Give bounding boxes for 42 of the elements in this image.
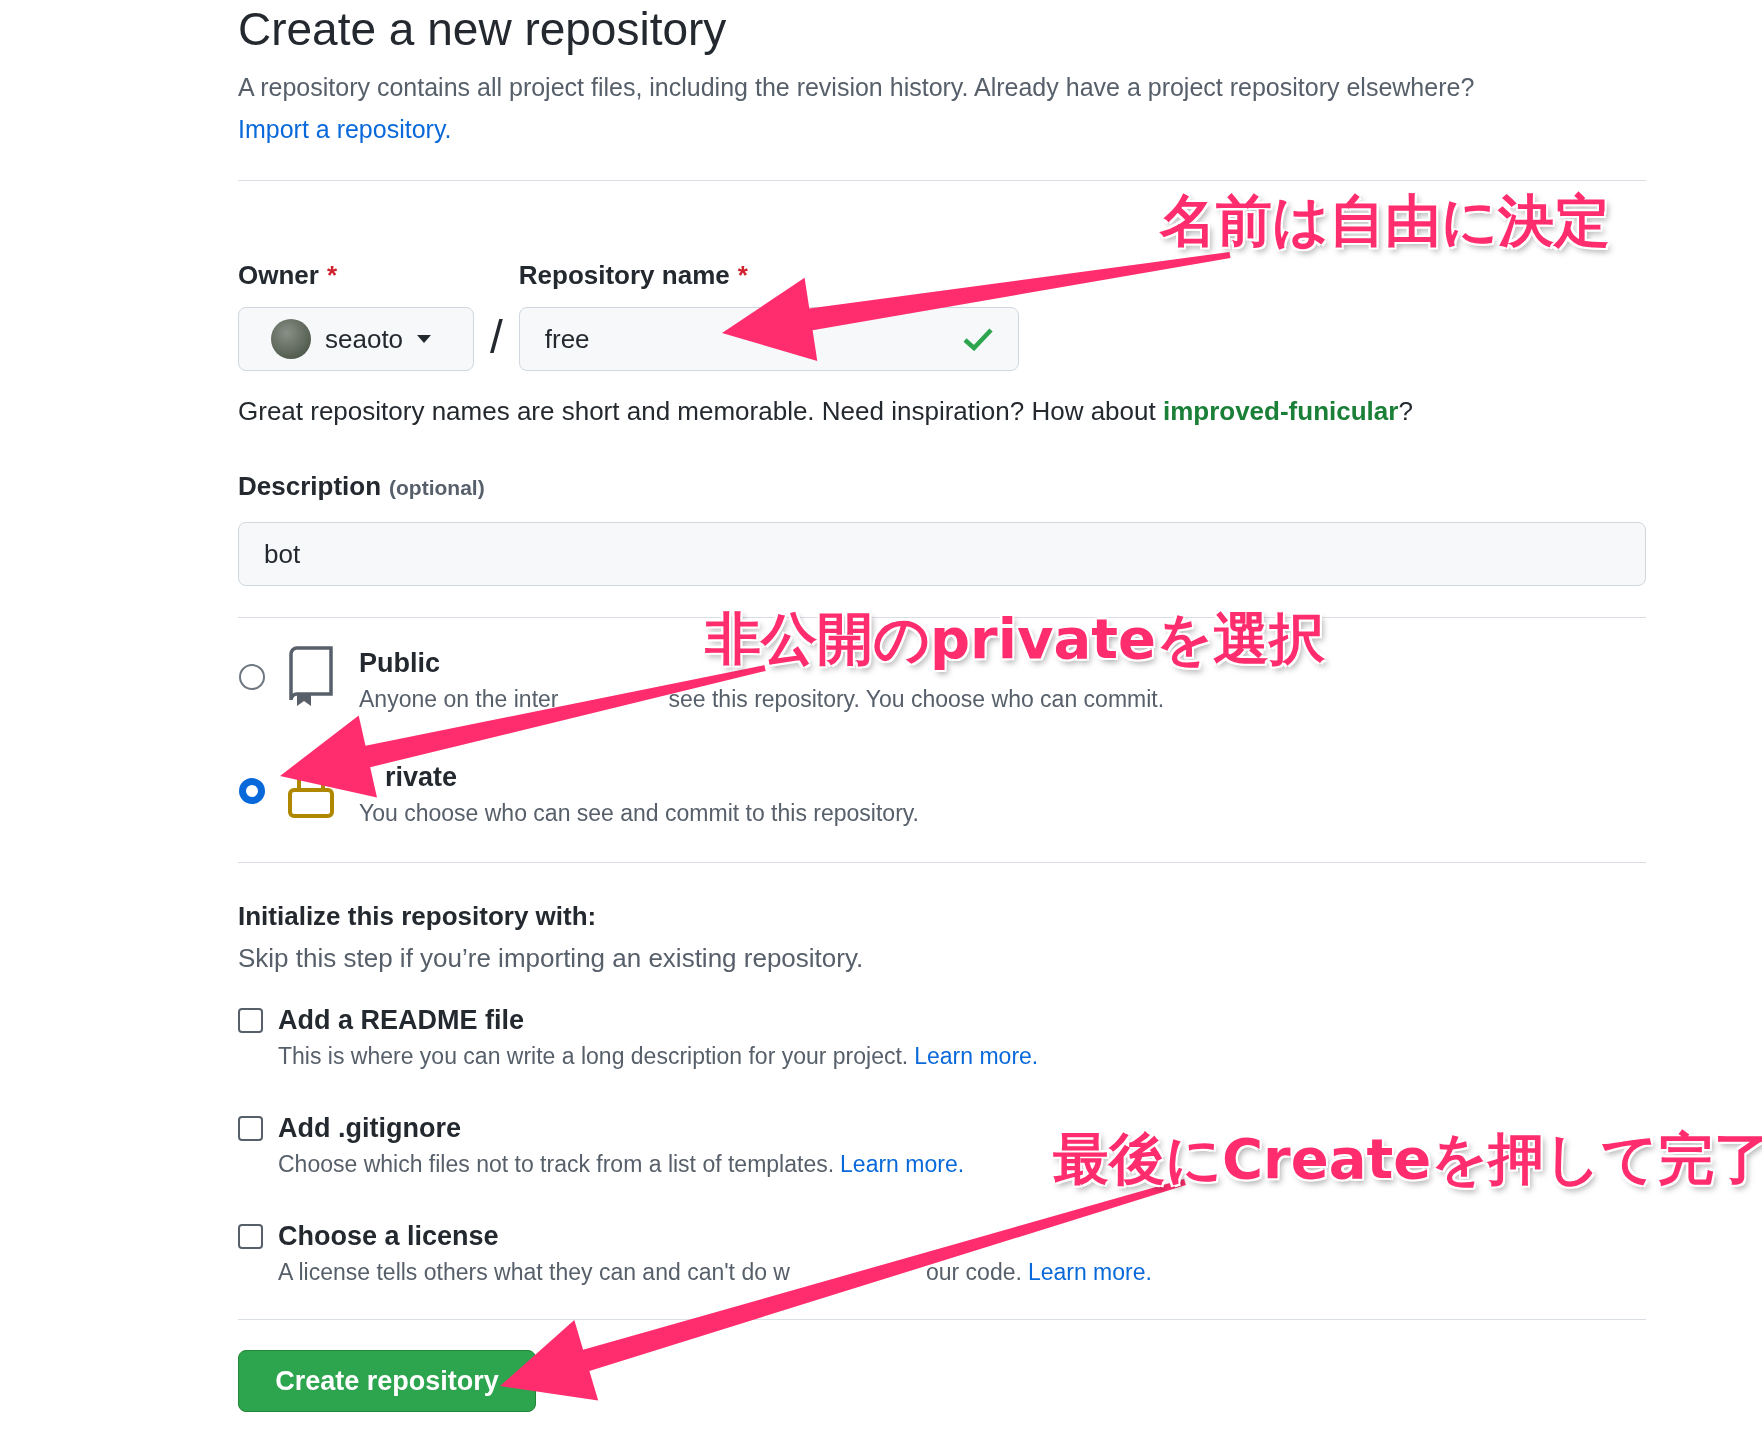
description-label: Description	[238, 470, 382, 503]
page-title: Create a new repository	[238, 2, 728, 56]
option-description: A license tells others what they can and can't do w	[278, 1258, 790, 1287]
option-label: Add a README file	[278, 1004, 526, 1037]
visibility-title: Public	[359, 647, 441, 680]
visibility-description: You choose who can see and commit to this repository.	[359, 799, 919, 828]
learn-more-link[interactable]: Learn more.	[914, 1041, 1039, 1071]
visibility-description: see this repository. You choose who can commit.	[668, 685, 1165, 714]
book-icon	[287, 646, 335, 706]
required-mark: *	[737, 259, 748, 291]
annotation-text: 非公開のprivateを選択	[705, 606, 1325, 672]
import-link[interactable]: Import a repository.	[238, 115, 452, 143]
option-description: our code.	[925, 1258, 1022, 1287]
suggestion-link[interactable]: improved-funicular	[1162, 396, 1399, 426]
checkbox[interactable]	[238, 1224, 263, 1249]
visibility-title: rivate	[385, 761, 459, 794]
required-mark: *	[326, 259, 338, 291]
option-description: Choose which files not to track from a list of templates.	[278, 1150, 835, 1179]
learn-more-link[interactable]: Learn more.	[840, 1149, 965, 1179]
owner-dropdown[interactable]: seaoto	[238, 307, 474, 371]
annotation-text: 名前は自由に決定	[1160, 188, 1610, 254]
create-repository-button[interactable]: Create repository	[238, 1350, 536, 1412]
option-label: Choose a license	[278, 1220, 500, 1253]
learn-more-link[interactable]: Learn more.	[1027, 1257, 1152, 1287]
owner-separator: /	[490, 310, 503, 365]
name-hint: Great repository names are short and memorable. Need inspiration? How about improved-funicular?	[238, 395, 1414, 427]
section-subtitle: Skip this step if you’re importing an existing repository.	[238, 942, 865, 975]
description-field[interactable]: bot	[238, 522, 1646, 586]
option-description: This is where you can write a long description for your project.	[278, 1042, 909, 1071]
option-label: Add .gitignore	[278, 1112, 462, 1145]
radio-button[interactable]	[239, 778, 265, 804]
caret-icon	[417, 335, 432, 343]
checkbox[interactable]	[238, 1116, 263, 1141]
intro-text: A repository contains all project files, including the revision history. Already have a project repository elsewhere? Import a repository.	[238, 72, 1476, 145]
section-title: Initialize this repository with:	[238, 900, 598, 933]
owner-label: Owner	[238, 259, 319, 291]
optional-label: (optional)	[389, 475, 485, 501]
radio-button[interactable]	[239, 664, 265, 690]
checkbox[interactable]	[238, 1008, 263, 1033]
repository-name-label: Repository name	[518, 259, 730, 291]
visibility-description: Anyone on the inter	[359, 685, 559, 714]
avatar	[271, 319, 311, 359]
